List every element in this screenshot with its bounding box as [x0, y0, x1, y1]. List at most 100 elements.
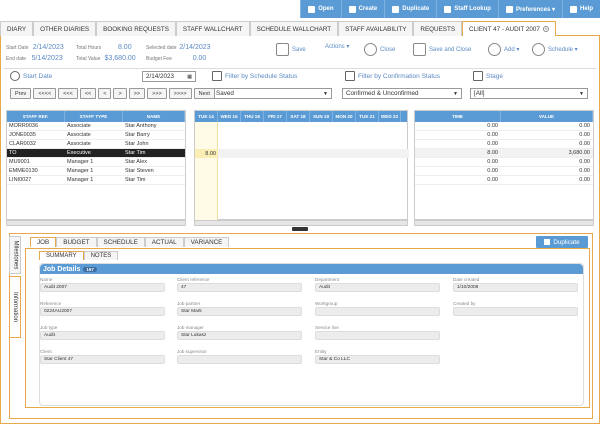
field-job-partner: Job partner Star Mark — [177, 301, 302, 316]
help-icon — [569, 5, 577, 13]
col-day[interactable]: WED 22 — [379, 111, 401, 122]
splitter-handle[interactable] — [292, 227, 308, 231]
tab-notes[interactable]: NOTES — [83, 251, 119, 260]
back-1-button[interactable]: < — [98, 88, 112, 99]
field-name: Name Audit 2007 — [40, 277, 165, 292]
confirmation-status-select[interactable]: Confirmed & Unconfirmed ▼ — [342, 88, 462, 99]
field-workgroup: Workgroup — [315, 301, 440, 316]
staff-grid: STAFF REF. STAFF TYPE NAME MORR0036 Assoc… — [6, 110, 186, 220]
schedule-icon — [532, 43, 545, 56]
forward-2-button[interactable]: >> — [128, 88, 146, 99]
tab-other-diaries[interactable]: OTHER DIARIES — [33, 21, 97, 36]
tab-actual[interactable]: ACTUAL — [144, 237, 184, 247]
tab-booking-requests[interactable]: BOOKING REQUESTS — [96, 21, 176, 36]
tab-staff-wallchart[interactable]: STAFF WALLCHART — [175, 21, 250, 36]
col-day[interactable]: TUE 21 — [356, 111, 379, 122]
col-time[interactable]: TIME — [415, 111, 501, 122]
open-button[interactable]: Open — [300, 0, 340, 18]
prev-button[interactable]: Prev — [10, 88, 32, 99]
tab-client-47[interactable]: CLIENT 47 - AUDIT 2007 × — [462, 21, 556, 36]
table-row[interactable]: 0.00 0.00 — [415, 158, 593, 167]
actions-button[interactable]: Actions ▾ — [325, 43, 349, 50]
field-client: Client Star Client 47 — [40, 349, 165, 364]
open-icon — [308, 5, 316, 13]
col-day[interactable]: WED 15 — [218, 111, 241, 122]
table-row[interactable]: LINI0027 Manager 1 Star Tim — [7, 176, 185, 185]
back-3-button[interactable]: <<< — [58, 88, 78, 99]
tab-schedule[interactable]: SCHEDULE — [96, 237, 145, 247]
calendar-icon[interactable]: ▦ — [187, 74, 192, 80]
col-name[interactable]: NAME — [123, 111, 185, 122]
start-date-input[interactable]: 2/14/2023 ▦ — [142, 71, 196, 82]
table-row[interactable]: JONE0035 Associate Star Barry — [7, 131, 185, 140]
close-tab-icon[interactable]: × — [542, 26, 549, 32]
table-row[interactable]: CLAR0032 Associate Star John — [7, 140, 185, 149]
tab-variance[interactable]: VARIANCE — [183, 237, 230, 247]
table-row[interactable]: 0.00 0.00 — [415, 167, 593, 176]
col-staff-type[interactable]: STAFF TYPE — [65, 111, 123, 122]
total-hours-info: Total Hours 8.00 — [76, 44, 132, 51]
preferences-button[interactable]: Preferences ▾ — [497, 0, 562, 18]
start-date-info: Start Date 2/14/2023 — [6, 44, 64, 51]
col-day[interactable]: FRI 17 — [264, 111, 287, 122]
day-grid-hscroll[interactable] — [194, 220, 408, 226]
duplicate-button[interactable]: Duplicate — [536, 236, 588, 248]
table-row[interactable]: MORR0036 Associate Star Anthony — [7, 122, 185, 131]
main-tabs: DIARY OTHER DIARIES BOOKING REQUESTS STA… — [0, 21, 600, 36]
table-row[interactable]: 0.00 0.00 — [415, 131, 593, 140]
back-4-button[interactable]: <<<< — [33, 88, 57, 99]
value-grid-header: TIME VALUE — [415, 111, 593, 122]
schedule-status-select[interactable]: Saved ▼ — [212, 88, 332, 99]
stage-select[interactable]: [All] ▼ — [470, 88, 588, 99]
col-staff-ref[interactable]: STAFF REF. — [7, 111, 65, 122]
side-tab-milestones[interactable]: Milestones — [9, 236, 21, 274]
value-grid-hscroll[interactable] — [414, 220, 594, 226]
side-tab-information[interactable]: Information — [9, 276, 21, 338]
table-row-selected[interactable]: TO Executive Star Tim — [7, 149, 185, 158]
forward-1-button[interactable]: > — [113, 88, 127, 99]
tab-summary[interactable]: SUMMARY — [39, 251, 84, 260]
col-day[interactable]: THU 16 — [241, 111, 264, 122]
col-day[interactable]: SAT 18 — [287, 111, 310, 122]
forward-4-button[interactable]: >>>> — [168, 88, 192, 99]
table-row[interactable]: 8.00 3,680.00 — [415, 149, 593, 158]
save-icon — [276, 43, 289, 56]
table-row[interactable]: EMME0130 Manager 1 Star Steven — [7, 167, 185, 176]
table-row[interactable]: MU9001 Manager 1 Star Alex — [7, 158, 185, 167]
col-day[interactable]: SUN 19 — [310, 111, 333, 122]
job-sub-tabs: JOB BUDGET SCHEDULE ACTUAL VARIANCE — [30, 237, 230, 247]
staff-grid-hscroll[interactable] — [6, 220, 186, 226]
col-day[interactable]: TUE 14 — [195, 111, 218, 122]
col-day[interactable]: MON 20 — [333, 111, 356, 122]
table-row[interactable]: 0.00 0.00 — [415, 122, 593, 131]
col-value[interactable]: VALUE — [501, 111, 593, 122]
close-button[interactable]: Close — [364, 43, 395, 56]
stage-icon — [473, 71, 483, 81]
add-button[interactable]: Add ▾ — [488, 43, 519, 56]
schedule-button[interactable]: Schedule ▾ — [532, 43, 578, 56]
tab-schedule-wallchart[interactable]: SCHEDULE WALLCHART — [249, 21, 339, 36]
help-button[interactable]: Help — [561, 0, 600, 18]
stage-label: Stage — [473, 71, 503, 81]
tab-diary[interactable]: DIARY — [0, 21, 34, 36]
field-job-supervisor: Job supervisor — [177, 349, 302, 364]
filter-icon — [345, 71, 355, 81]
tab-requests[interactable]: REQUESTS — [413, 21, 463, 36]
save-button[interactable]: Save — [276, 43, 306, 56]
back-2-button[interactable]: << — [79, 88, 97, 99]
next-button[interactable]: Next — [193, 88, 215, 99]
staff-lookup-button[interactable]: Staff Lookup — [436, 0, 498, 18]
duplicate-top-button[interactable]: Duplicate — [384, 0, 436, 18]
tab-job[interactable]: JOB — [30, 237, 57, 247]
schedule-cell[interactable]: 8.00 — [195, 149, 218, 158]
save-close-button[interactable]: Save and Close — [413, 43, 471, 56]
tab-staff-availability[interactable]: STAFF AVAILABILITY — [338, 21, 414, 36]
tab-budget[interactable]: BUDGET — [56, 237, 97, 247]
selected-row-highlight — [195, 149, 409, 158]
forward-3-button[interactable]: >>> — [147, 88, 167, 99]
table-row[interactable]: 0.00 0.00 — [415, 176, 593, 185]
table-row[interactable]: 0.00 0.00 — [415, 140, 593, 149]
schedule-status-label: Filter by Schedule Status — [212, 71, 297, 81]
field-job-manager: Job manager Star Lukasz — [177, 325, 302, 340]
create-button[interactable]: Create — [340, 0, 385, 18]
